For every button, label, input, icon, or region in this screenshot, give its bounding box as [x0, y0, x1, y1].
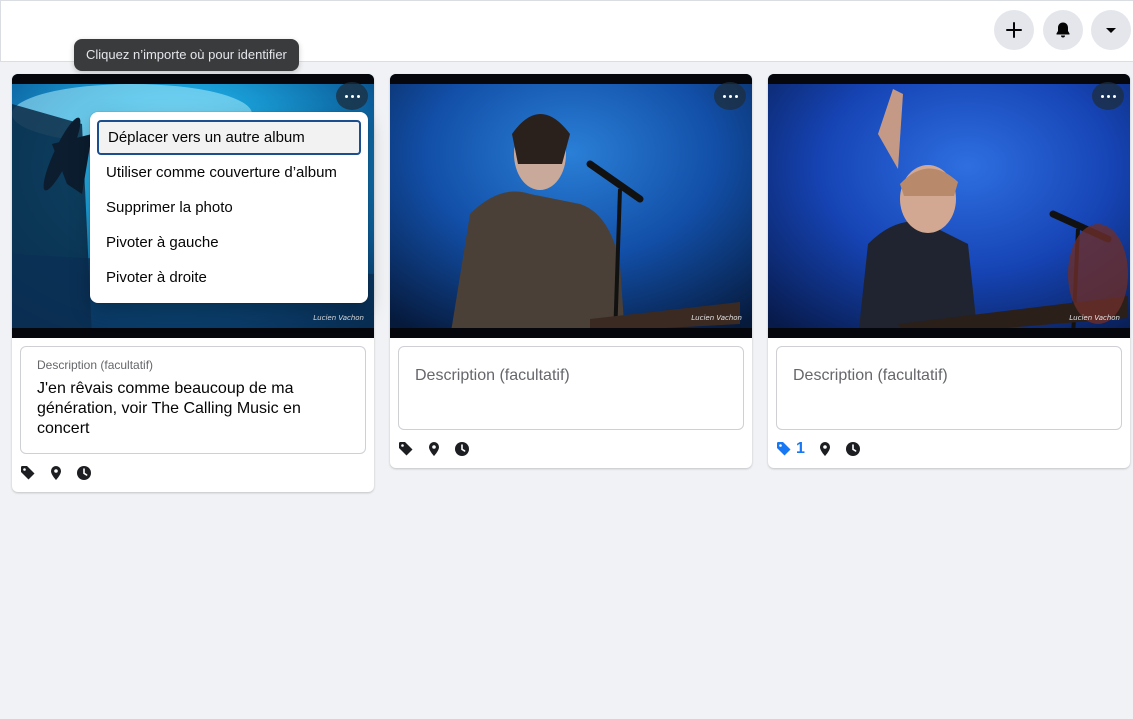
photo-card: Lucien Vachon Description (facultatif): [390, 74, 752, 468]
caret-down-icon: [1106, 28, 1116, 33]
tag-icon: [21, 466, 35, 480]
description-text[interactable]: J'en rêvais comme beaucoup de ma générat…: [37, 379, 349, 439]
tag-people-button[interactable]: [20, 465, 36, 481]
dot: [356, 94, 360, 98]
location-pin-icon: [429, 442, 439, 456]
add-location-button[interactable]: [426, 441, 442, 457]
menu-item-move-to-album[interactable]: Déplacer vers un autre album: [97, 120, 361, 155]
description-field[interactable]: Description (facultatif): [398, 346, 744, 430]
photo-options-button[interactable]: [714, 82, 746, 110]
dot: [722, 94, 726, 98]
letterbox-top: [768, 74, 1130, 84]
dot: [1106, 94, 1110, 98]
photo-options-button[interactable]: [1092, 82, 1124, 110]
plus-icon: [1006, 22, 1022, 38]
add-location-button[interactable]: [48, 465, 64, 481]
letterbox-bottom: [768, 328, 1130, 338]
letterbox-bottom: [390, 328, 752, 338]
notifications-button[interactable]: [1043, 10, 1083, 50]
description-field[interactable]: Description (facultatif): [776, 346, 1122, 430]
menu-item-rotate-right[interactable]: Pivoter à droite: [90, 260, 368, 295]
dot: [1100, 94, 1104, 98]
photo-options-button[interactable]: [336, 82, 368, 110]
photo-watermark: Lucien Vachon: [313, 314, 364, 322]
location-pin-icon: [819, 442, 830, 456]
photo-card: Lucien Vachon Description (facultatif) 1: [768, 74, 1130, 468]
photo-actions: [12, 454, 374, 492]
letterbox-top: [390, 74, 752, 84]
description-field[interactable]: Description (facultatif) J'en rêvais com…: [20, 346, 366, 454]
bell-icon: [1056, 22, 1070, 38]
tag-people-button[interactable]: [776, 441, 792, 457]
create-button[interactable]: [994, 10, 1034, 50]
photo-image[interactable]: Lucien Vachon: [390, 74, 752, 338]
tag-tooltip: Cliquez n’importe où pour identifier: [74, 39, 299, 71]
photo-actions: [390, 430, 752, 468]
dot: [1112, 94, 1116, 98]
add-location-button[interactable]: [817, 441, 833, 457]
description-label: Description (facultatif): [37, 358, 154, 372]
menu-item-set-album-cover[interactable]: Utiliser comme couverture d’album: [90, 155, 368, 190]
edit-date-button[interactable]: [454, 441, 470, 457]
dot: [734, 94, 738, 98]
photo-watermark: Lucien Vachon: [691, 314, 742, 322]
clock-icon: [845, 442, 860, 456]
concert-photo: [768, 74, 1130, 338]
tag-people-button[interactable]: [398, 441, 414, 457]
edit-date-button[interactable]: [76, 465, 92, 481]
tag-count[interactable]: 1: [796, 440, 805, 458]
dot: [344, 94, 348, 98]
dot: [728, 94, 732, 98]
letterbox-top: [12, 74, 374, 84]
account-menu-button[interactable]: [1091, 10, 1131, 50]
photo-image[interactable]: Lucien Vachon: [768, 74, 1130, 338]
clock-icon: [455, 442, 469, 456]
letterbox-bottom: [12, 328, 374, 338]
tag-icon: [777, 442, 791, 456]
menu-item-delete-photo[interactable]: Supprimer la photo: [90, 190, 368, 225]
tag-icon: [399, 442, 413, 456]
description-placeholder: Description (facultatif): [415, 367, 570, 384]
edit-date-button[interactable]: [845, 441, 861, 457]
location-pin-icon: [51, 466, 61, 480]
description-placeholder: Description (facultatif): [793, 367, 948, 384]
photo-actions: 1: [768, 430, 1130, 468]
clock-icon: [77, 466, 91, 480]
menu-item-rotate-left[interactable]: Pivoter à gauche: [90, 225, 368, 260]
dot: [350, 94, 354, 98]
concert-photo: [390, 74, 752, 338]
photo-options-menu: Déplacer vers un autre album Utiliser co…: [90, 112, 368, 303]
photo-watermark: Lucien Vachon: [1069, 314, 1120, 322]
